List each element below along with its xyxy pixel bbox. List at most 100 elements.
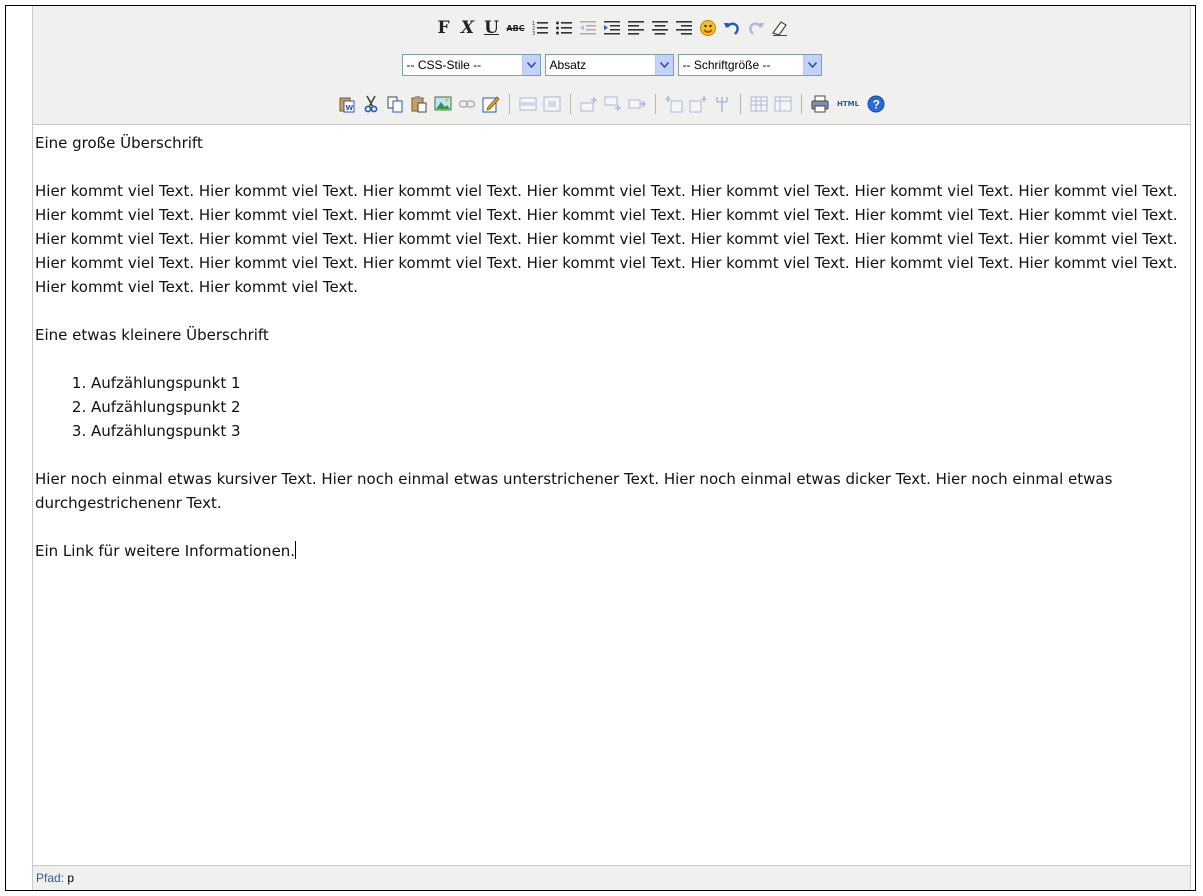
table-cell-button[interactable]: [541, 93, 563, 115]
paste-word-button[interactable]: W: [336, 93, 358, 115]
row-after-button[interactable]: [602, 93, 624, 115]
toolbar-row-insert: W HTML ?: [33, 91, 1190, 117]
table-props-button[interactable]: [772, 93, 794, 115]
list-item: Aufzählungspunkt 3: [91, 419, 1190, 443]
italic-button[interactable]: X: [457, 17, 479, 39]
align-center-button[interactable]: [649, 17, 671, 39]
list-item: Aufzählungspunkt 1: [91, 371, 1190, 395]
ordered-list-icon: 123: [532, 21, 548, 37]
chevron-down-icon[interactable]: [654, 55, 673, 75]
scissors-icon: [364, 95, 378, 113]
eraser-icon: [771, 21, 787, 36]
table-cell-icon: [543, 96, 561, 112]
body-paragraph: Hier kommt viel Text. Hier kommt viel Te…: [35, 182, 1178, 296]
toolbar-row-selects: -- CSS-Stile -- Absatz -- Schriftgröße -…: [33, 52, 1190, 78]
list-item: Aufzählungspunkt 2: [91, 395, 1190, 419]
underline-button[interactable]: U: [481, 17, 503, 39]
indent-button[interactable]: [601, 17, 623, 39]
outdent-button[interactable]: [577, 17, 599, 39]
insert-link-button[interactable]: [456, 93, 478, 115]
numbered-list: Aufzählungspunkt 1 Aufzählungspunkt 2 Au…: [35, 371, 1190, 443]
align-center-icon: [651, 21, 668, 35]
format-value: Absatz: [549, 58, 587, 72]
help-icon: ?: [867, 95, 885, 113]
edit-icon: [482, 96, 500, 113]
toolbar-divider: [740, 94, 741, 114]
delete-col-button[interactable]: [711, 93, 733, 115]
col-after-button[interactable]: [687, 93, 709, 115]
svg-text:3: 3: [532, 31, 535, 37]
emoticon-button[interactable]: [697, 17, 719, 39]
remove-format-button[interactable]: [769, 17, 791, 39]
insert-image-button[interactable]: [432, 93, 454, 115]
bold-button[interactable]: F: [433, 17, 455, 39]
format-select[interactable]: Absatz: [544, 54, 674, 76]
bullet-list-button[interactable]: [553, 17, 575, 39]
svg-text:?: ?: [873, 98, 880, 112]
delete-row-button[interactable]: [626, 93, 648, 115]
strikethrough-button[interactable]: ABC: [505, 17, 527, 39]
chevron-down-icon[interactable]: [802, 55, 821, 75]
image-icon: [434, 96, 452, 111]
toolbar-row-formatting: F X U ABC 123: [33, 15, 1190, 41]
page-frame: F X U ABC 123 -- CSS-Stile -- Absatz -- …: [5, 5, 1196, 891]
chevron-down-icon[interactable]: [521, 55, 540, 75]
css-style-value: -- CSS-Stile --: [406, 58, 482, 72]
col-after-icon: [689, 96, 707, 113]
heading-small: Eine etwas kleinere Überschrift: [35, 326, 269, 344]
print-button[interactable]: [809, 93, 831, 115]
toolbar-divider: [801, 94, 802, 114]
col-before-icon: [665, 96, 683, 113]
editor-toolbar: F X U ABC 123 -- CSS-Stile -- Absatz -- …: [33, 6, 1190, 125]
toolbar-divider: [509, 94, 510, 114]
status-bar: Pfad: p: [33, 865, 1190, 890]
table-props-icon: [774, 96, 792, 112]
table-row-button[interactable]: [517, 93, 539, 115]
heading-large: Eine große Überschrift: [35, 134, 203, 152]
path-element[interactable]: p: [67, 871, 74, 885]
formatting-paragraph: Hier noch einmal etwas kursiver Text. Hi…: [35, 470, 1113, 512]
paste-word-icon: W: [339, 97, 355, 113]
ordered-list-button[interactable]: 123: [529, 17, 551, 39]
undo-icon: [723, 22, 739, 35]
help-button[interactable]: ?: [865, 93, 887, 115]
align-right-icon: [675, 21, 692, 35]
undo-button[interactable]: [721, 17, 743, 39]
cut-button[interactable]: [360, 93, 382, 115]
row-before-icon: [580, 97, 597, 112]
copy-button[interactable]: [384, 93, 406, 115]
bullet-list-icon: [555, 21, 572, 35]
edit-button[interactable]: [480, 93, 502, 115]
table-row-icon: [519, 97, 537, 111]
insert-table-button[interactable]: [748, 93, 770, 115]
outdent-icon: [579, 21, 596, 35]
rich-text-editor: F X U ABC 123 -- CSS-Stile -- Absatz -- …: [32, 6, 1191, 890]
link-text: Ein Link für weitere Informationen.: [35, 542, 296, 560]
row-before-button[interactable]: [578, 93, 600, 115]
copy-icon: [387, 96, 403, 113]
paste-icon: [411, 96, 427, 113]
align-right-button[interactable]: [673, 17, 695, 39]
font-size-select[interactable]: -- Schriftgröße --: [677, 54, 822, 76]
row-after-icon: [604, 96, 621, 111]
text-cursor: [295, 541, 297, 559]
paste-button[interactable]: [408, 93, 430, 115]
redo-icon: [748, 22, 764, 35]
redo-button[interactable]: [745, 17, 767, 39]
indent-icon: [603, 21, 620, 35]
delete-row-icon: [628, 99, 646, 109]
path-label: Pfad:: [36, 871, 65, 885]
editor-content-area[interactable]: Eine große Überschrift Hier kommt viel T…: [33, 125, 1190, 866]
toolbar-divider: [655, 94, 656, 114]
toolbar-divider: [570, 94, 571, 114]
table-icon: [750, 96, 768, 112]
css-style-select[interactable]: -- CSS-Stile --: [401, 54, 541, 76]
printer-icon: [811, 95, 829, 113]
align-left-button[interactable]: [625, 17, 647, 39]
smiley-icon: [699, 20, 716, 36]
html-source-button[interactable]: HTML: [833, 93, 863, 115]
align-left-icon: [627, 21, 644, 35]
font-size-value: -- Schriftgröße --: [682, 58, 771, 72]
link-paragraph: Ein Link für weitere Informationen.: [35, 539, 1190, 563]
col-before-button[interactable]: [663, 93, 685, 115]
